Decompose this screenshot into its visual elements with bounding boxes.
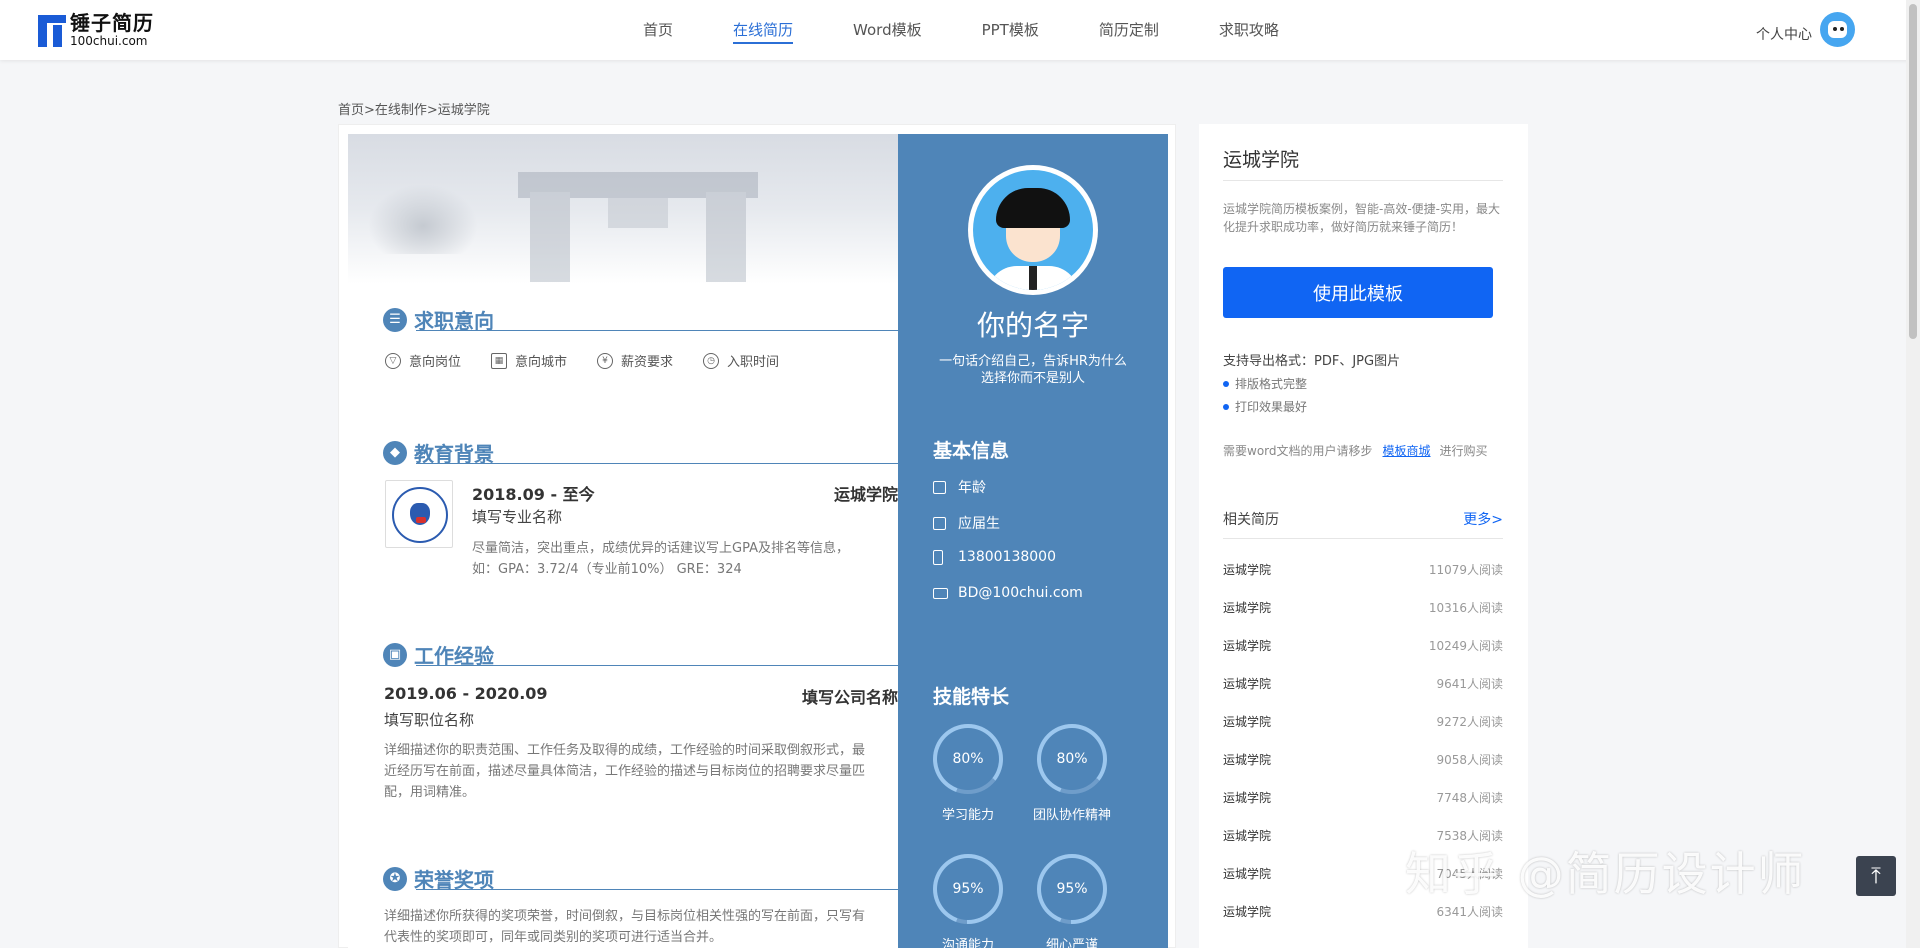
profile-photo: [968, 165, 1098, 295]
skill-item: 80% 团队协作精神: [1032, 724, 1112, 823]
document-icon: [933, 516, 946, 530]
intent-position: ▽ 意向岗位: [385, 351, 461, 370]
nav-item-home[interactable]: 首页: [643, 19, 673, 44]
awards-description: 详细描述你所获得的奖项荣誉，时间倒叙，与目标岗位相关性强的写在前面，只写有代表性…: [384, 909, 866, 945]
resume-left-column: ☰ 求职意向 ▽ 意向岗位 ▦ 意向城市 ¥ 薪资要求 ◷ 入职时间 ◆ 教育背景 20…: [348, 134, 898, 948]
skills-title: 技能特长: [933, 686, 1010, 708]
template-sidebar: 运城学院 运城学院简历模板案例，智能-高效-便捷-实用，最大化提升求职成功率，做…: [1199, 124, 1528, 948]
mail-icon: [933, 587, 948, 599]
skill-item: 95% 细心严谨: [1032, 854, 1112, 948]
graduation-cap-icon: ◆: [383, 440, 407, 465]
nav-item-word-templates[interactable]: Word模板: [853, 19, 922, 44]
sidebar-title: 运城学院: [1223, 149, 1300, 171]
word-purchase-note: 需要word文档的用户请移步 模板商城 进行购买: [1223, 444, 1488, 458]
section-divider: [416, 330, 898, 331]
intent-salary: ¥ 薪资要求: [597, 351, 673, 370]
logo-mark-icon: [38, 13, 66, 47]
skill-item: 80% 学习能力: [928, 724, 1008, 823]
calendar-icon: [933, 480, 946, 494]
education-major: 填写专业名称: [472, 508, 563, 526]
skill-item: 95% 沟通能力: [928, 854, 1008, 948]
user-avatar[interactable]: [1820, 12, 1855, 47]
logo-domain: 100chui.com: [70, 34, 148, 48]
nav-item-job-guide[interactable]: 求职攻略: [1219, 19, 1279, 44]
education-date: 2018.09 - 至今: [472, 485, 595, 504]
template-store-link[interactable]: 模板商城: [1383, 444, 1431, 458]
user-center-link[interactable]: 个人中心: [1756, 24, 1812, 44]
phone-icon: [933, 549, 943, 565]
scrollbar-thumb[interactable]: [1909, 4, 1917, 339]
back-to-top-button[interactable]: ⤒: [1856, 856, 1896, 896]
skill-progress-ring: 95%: [933, 854, 1003, 924]
info-age: 年龄: [933, 477, 986, 497]
work-date: 2019.06 - 2020.09: [384, 684, 548, 703]
arrow-up-icon: ⤒: [1871, 863, 1881, 889]
education-school: 运城学院: [833, 485, 898, 504]
use-template-button[interactable]: 使用此模板: [1223, 267, 1493, 318]
sidebar-divider: [1223, 538, 1503, 539]
briefcase-icon: ▣: [383, 642, 407, 667]
campus-gate-banner: [348, 134, 898, 284]
breadcrumb[interactable]: 首页>在线制作>运城学院: [338, 99, 490, 118]
yuan-icon: ¥: [597, 352, 614, 369]
top-navbar: 锤子简历 100chui.com 首页 在线简历 Word模板 PPT模板 简历…: [0, 0, 1920, 60]
feature-bullet: 打印效果最好: [1223, 398, 1307, 415]
feature-bullet: 排版格式完整: [1223, 375, 1307, 392]
medal-icon: ✪: [383, 866, 407, 891]
tie-icon: ▽: [385, 352, 401, 369]
resume-right-column: 你的名字 一句话介绍自己，告诉HR为什么选择你而不是别人 基本信息 年龄 应届生…: [898, 134, 1168, 948]
info-email: BD@100chui.com: [933, 585, 1083, 601]
resume-intro: 一句话介绍自己，告诉HR为什么选择你而不是别人: [939, 354, 1127, 386]
basic-info-title: 基本信息: [933, 440, 1010, 462]
info-status: 应届生: [933, 513, 1000, 533]
nav-item-ppt-templates[interactable]: PPT模板: [982, 19, 1039, 44]
more-link[interactable]: 更多>: [1463, 509, 1503, 529]
work-position: 填写职位名称: [384, 711, 475, 729]
sidebar-divider: [1223, 180, 1503, 181]
school-emblem: [385, 480, 453, 548]
intent-city: ▦ 意向城市: [491, 351, 567, 370]
skill-progress-ring: 80%: [1037, 724, 1107, 794]
building-icon: ▦: [491, 352, 508, 369]
skill-progress-ring: 80%: [933, 724, 1003, 794]
resume-preview[interactable]: ☰ 求职意向 ▽ 意向岗位 ▦ 意向城市 ¥ 薪资要求 ◷ 入职时间 ◆ 教育背景 20…: [348, 134, 1168, 948]
job-intention-row: ▽ 意向岗位 ▦ 意向城市 ¥ 薪资要求 ◷ 入职时间: [385, 351, 809, 370]
zhihu-watermark: 知乎 @简历设计师: [1405, 847, 1806, 901]
info-phone: 13800138000: [933, 549, 1056, 565]
logo-name: 锤子简历: [70, 11, 154, 35]
skill-progress-ring: 95%: [1037, 854, 1107, 924]
work-company: 填写公司名称: [801, 688, 898, 707]
resume-name: 你的名字: [976, 309, 1089, 342]
page-scrollbar[interactable]: [1906, 0, 1920, 948]
nav-item-online-resume[interactable]: 在线简历: [733, 19, 794, 44]
export-formats: 支持导出格式：PDF、JPG图片: [1223, 354, 1401, 369]
section-divider: [416, 889, 898, 890]
section-divider: [416, 463, 898, 464]
work-description: 详细描述你的职责范围、工作任务及取得的成绩，工作经验的时间采取倒叙形式，最近经历…: [384, 743, 866, 800]
main-nav: 首页 在线简历 Word模板 PPT模板 简历定制 求职攻略: [643, 19, 1339, 44]
nav-item-custom-resume[interactable]: 简历定制: [1099, 19, 1159, 44]
section-divider: [416, 665, 898, 666]
clipboard-icon: ☰: [383, 307, 407, 332]
sidebar-description: 运城学院简历模板案例，智能-高效-便捷-实用，最大化提升求职成功率，做好简历就来…: [1223, 202, 1500, 234]
education-description: 尽量简洁，突出重点，成绩优异的话建议写上GPA及排名等信息，如：GPA：3.72…: [472, 541, 849, 577]
related-title: 相关简历: [1223, 512, 1279, 528]
intent-start-date: ◷ 入职时间: [703, 351, 779, 370]
site-logo[interactable]: 锤子简历 100chui.com: [38, 13, 154, 47]
related-resumes-header: 相关简历 更多>: [1223, 509, 1503, 529]
clock-icon: ◷: [703, 352, 720, 369]
